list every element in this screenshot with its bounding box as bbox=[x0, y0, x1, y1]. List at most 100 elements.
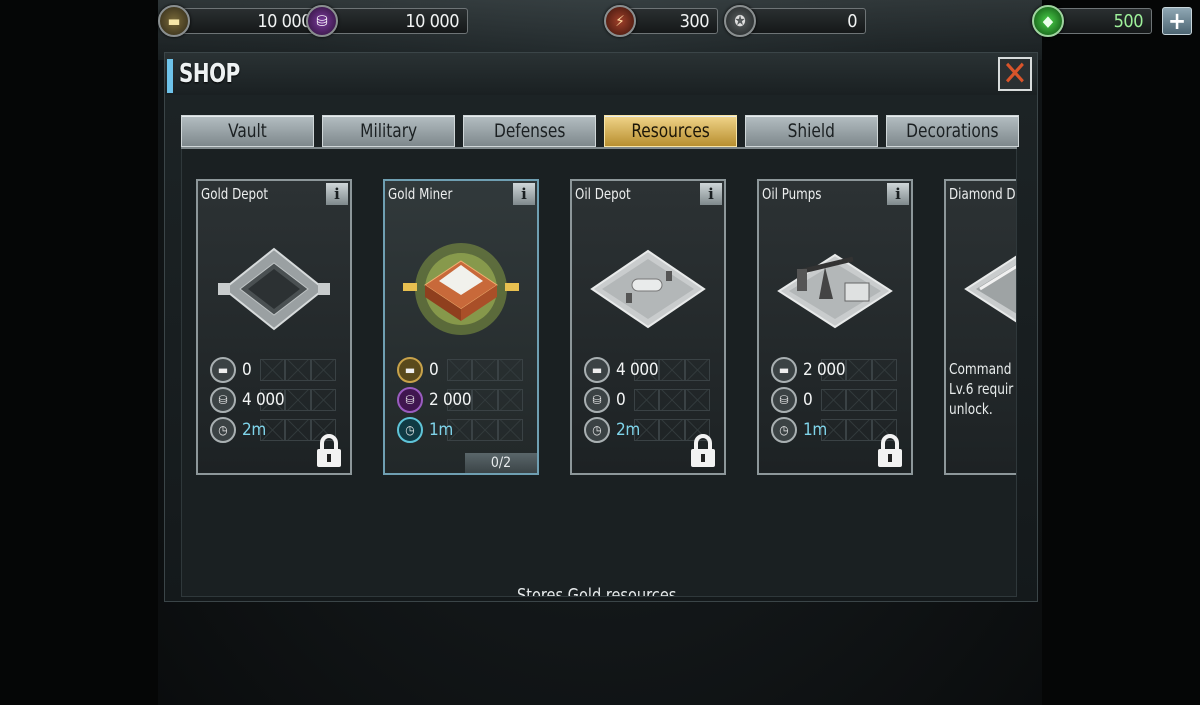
build-time: 1m bbox=[803, 420, 828, 440]
gold-value: 10 000 bbox=[182, 8, 320, 34]
energy-counter: ⚡ 300 bbox=[604, 5, 718, 37]
gold-icon: ▬ bbox=[397, 357, 423, 383]
stat-grid bbox=[634, 389, 710, 411]
tab-label: Resources bbox=[631, 120, 710, 142]
padlock-icon bbox=[878, 434, 902, 467]
gold-cost: 4 000 bbox=[616, 360, 659, 380]
medal-counter: ✪ 0 bbox=[724, 5, 866, 37]
oil-icon: ⛁ bbox=[584, 387, 610, 413]
shop-tabs: Vault Military Defenses Resources Shield… bbox=[181, 115, 1019, 147]
tab-label: Shield bbox=[787, 120, 836, 142]
card-list[interactable]: Gold Depot i ▬ 0 ⛁ 4 000 ◷ 2m Gold Miner… bbox=[196, 179, 1016, 479]
oil-value: 10 000 bbox=[330, 8, 468, 34]
card-name: Oil Depot bbox=[575, 185, 631, 203]
gold-icon: ▬ bbox=[771, 357, 797, 383]
card-gold-depot[interactable]: Gold Depot i ▬ 0 ⛁ 4 000 ◷ 2m bbox=[196, 179, 352, 475]
gold-cost: 2 000 bbox=[803, 360, 846, 380]
oil-icon: ⛁ bbox=[397, 387, 423, 413]
oil-icon: ⛁ bbox=[210, 387, 236, 413]
gold-cost: 0 bbox=[429, 360, 439, 380]
tab-label: Vault bbox=[228, 120, 267, 142]
energy-value: 300 bbox=[628, 8, 718, 34]
gold-icon: ▬ bbox=[210, 357, 236, 383]
build-time: 1m bbox=[429, 420, 454, 440]
oil-cost-row: ⛁ 4 000 bbox=[210, 387, 342, 413]
oil-counter: ⛁ 10 000 bbox=[306, 5, 468, 37]
card-gold-miner[interactable]: Gold Miner i ▬ 0 ⛁ 2 000 ◷ 1m 0/2 bbox=[383, 179, 539, 475]
info-button[interactable]: i bbox=[513, 183, 535, 205]
card-name: Gold Depot bbox=[201, 185, 269, 203]
oil-cost-row: ⛁ 0 bbox=[771, 387, 903, 413]
clock-icon: ◷ bbox=[210, 417, 236, 443]
card-diamond-depot[interactable]: Diamond D Command Lv.6 requir unlock. bbox=[944, 179, 1016, 475]
padlock-icon bbox=[317, 434, 341, 467]
info-button[interactable]: i bbox=[700, 183, 722, 205]
gold-bars-icon: ▬ bbox=[158, 5, 190, 37]
gem-counter: ◆ 500 bbox=[1032, 5, 1152, 37]
shop-title: SHOP bbox=[179, 59, 240, 89]
card-name: Diamond D bbox=[949, 185, 1016, 203]
stat-grid bbox=[260, 359, 336, 381]
medal-icon: ✪ bbox=[724, 5, 756, 37]
item-description: Stores Gold resources. bbox=[516, 585, 682, 597]
gold-icon: ▬ bbox=[584, 357, 610, 383]
tab-resources[interactable]: Resources bbox=[604, 115, 737, 147]
build-time: 2m bbox=[242, 420, 267, 440]
shop-content: Gold Depot i ▬ 0 ⛁ 4 000 ◷ 2m Gold Miner… bbox=[181, 149, 1017, 597]
tab-military[interactable]: Military bbox=[322, 115, 455, 147]
oil-pump-image bbox=[777, 253, 893, 329]
title-accent bbox=[167, 59, 173, 93]
unlock-requirement: Command Lv.6 requir unlock. bbox=[949, 360, 1014, 418]
clock-icon: ◷ bbox=[584, 417, 610, 443]
card-name: Oil Pumps bbox=[762, 185, 822, 203]
gold-miner-image bbox=[403, 243, 519, 335]
padlock-icon bbox=[691, 434, 715, 467]
card-oil-depot[interactable]: Oil Depot i ▬ 4 000 ⛁ 0 ◷ 2m bbox=[570, 179, 726, 475]
build-time: 2m bbox=[616, 420, 641, 440]
info-button[interactable]: i bbox=[887, 183, 909, 205]
tab-decorations[interactable]: Decorations bbox=[886, 115, 1019, 147]
close-button[interactable]: ✕ bbox=[998, 57, 1032, 91]
stat-grid bbox=[447, 359, 523, 381]
tab-defenses[interactable]: Defenses bbox=[463, 115, 596, 147]
tab-label: Decorations bbox=[906, 120, 999, 142]
oil-cost-row: ⛁ 2 000 bbox=[397, 387, 529, 413]
close-icon: ✕ bbox=[1002, 54, 1028, 94]
info-button[interactable]: i bbox=[326, 183, 348, 205]
gold-cost-row: ▬ 4 000 bbox=[584, 357, 716, 383]
gold-cost-row: ▬ 0 bbox=[397, 357, 529, 383]
lightning-icon: ⚡ bbox=[604, 5, 636, 37]
oil-icon: ⛁ bbox=[771, 387, 797, 413]
build-time-row: ◷ 1m bbox=[397, 417, 529, 443]
oil-cost: 4 000 bbox=[242, 390, 285, 410]
shop-panel: SHOP ✕ Vault Military Defenses Resources… bbox=[164, 52, 1038, 602]
card-oil-pumps[interactable]: Oil Pumps i ▬ 2 000 ⛁ 0 ◷ 1m bbox=[757, 179, 913, 475]
stat-grid bbox=[447, 419, 523, 441]
oil-depot-image bbox=[590, 249, 706, 329]
green-gem-icon: ◆ bbox=[1032, 5, 1064, 37]
gold-cost: 0 bbox=[242, 360, 252, 380]
shop-title-bar: SHOP bbox=[165, 53, 1037, 95]
tab-label: Defenses bbox=[493, 120, 566, 142]
stat-grid bbox=[821, 389, 897, 411]
buy-gems-button[interactable]: + bbox=[1162, 7, 1192, 35]
card-name: Gold Miner bbox=[388, 185, 453, 203]
gold-depot-image bbox=[218, 247, 330, 331]
gem-value: 500 bbox=[1056, 8, 1152, 34]
build-count: 0/2 bbox=[465, 453, 537, 473]
oil-cost-row: ⛁ 0 bbox=[584, 387, 716, 413]
tab-vault[interactable]: Vault bbox=[181, 115, 314, 147]
diamond-depot-image bbox=[964, 255, 1016, 323]
medal-value: 0 bbox=[748, 8, 866, 34]
clock-icon: ◷ bbox=[771, 417, 797, 443]
tab-shield[interactable]: Shield bbox=[745, 115, 878, 147]
clock-icon: ◷ bbox=[397, 417, 423, 443]
oil-cost: 0 bbox=[616, 390, 626, 410]
gold-cost-row: ▬ 0 bbox=[210, 357, 342, 383]
oil-cost: 0 bbox=[803, 390, 813, 410]
tab-label: Military bbox=[360, 120, 417, 142]
oil-cost: 2 000 bbox=[429, 390, 472, 410]
oil-barrel-icon: ⛁ bbox=[306, 5, 338, 37]
gold-counter: ▬ 10 000 bbox=[158, 5, 320, 37]
gold-cost-row: ▬ 2 000 bbox=[771, 357, 903, 383]
